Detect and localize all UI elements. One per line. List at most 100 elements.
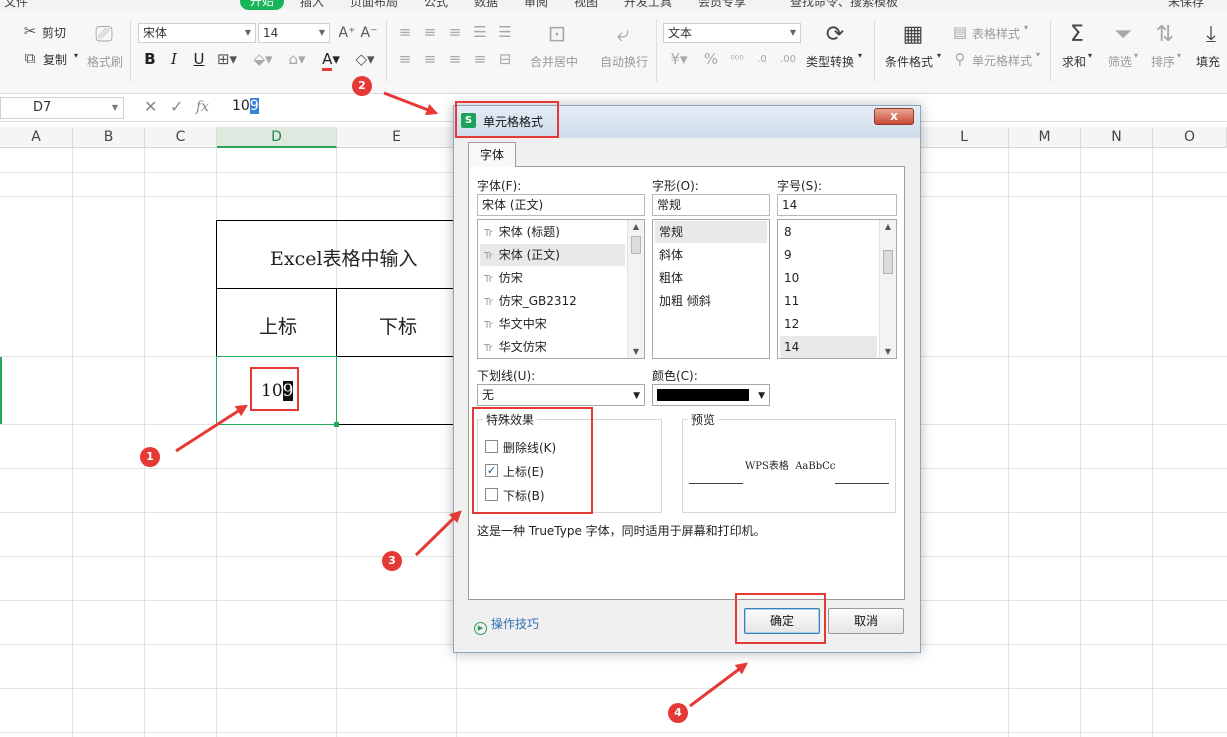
filter-button[interactable]: 筛选 (1108, 53, 1132, 70)
menu-insert[interactable]: 插入 (300, 0, 324, 10)
chevron-down-icon[interactable]: ▾ (1088, 51, 1092, 60)
cell-style-button[interactable]: 单元格样式 (972, 52, 1032, 69)
close-button[interactable]: x (874, 108, 914, 125)
chevron-down-icon[interactable]: ▾ (858, 51, 862, 60)
column-header-o[interactable]: O (1153, 127, 1227, 148)
increase-decimal-icon[interactable]: .0 (752, 51, 772, 69)
distributed-icon[interactable]: ⊟ (496, 50, 514, 68)
scroll-up-icon[interactable]: ▲ (880, 222, 896, 231)
font-name-input[interactable]: 宋体 (正文) (477, 194, 645, 216)
command-search[interactable]: 查找命令、搜索模板 (790, 0, 898, 10)
type-convert-button[interactable]: 类型转换 (806, 53, 854, 70)
font-style-list[interactable]: 常规 斜体 粗体 加粗 倾斜 (652, 219, 770, 359)
format-painter-button[interactable]: 格式刷 (87, 53, 123, 70)
align-top-icon[interactable]: ≡ (396, 23, 414, 41)
size-list-scrollbar[interactable]: ▲ ▼ (879, 220, 896, 358)
scroll-down-icon[interactable]: ▼ (628, 347, 644, 356)
fill-color-icon[interactable]: ⬙▾ (250, 50, 276, 68)
table-style-button[interactable]: 表格样式 (972, 25, 1020, 42)
style-list-item[interactable]: 斜体 (655, 244, 767, 266)
chevron-down-icon[interactable]: ▾ (1024, 23, 1028, 32)
merge-center-icon[interactable]: ⊡ (542, 22, 572, 48)
function-icon[interactable]: fx (196, 99, 209, 115)
size-list-item[interactable]: 8 (780, 221, 877, 243)
menu-page-layout[interactable]: 页面布局 (350, 0, 398, 10)
tips-link[interactable]: ▶ 操作技巧 (474, 615, 539, 635)
header-superscript-cell[interactable]: 上标 (259, 312, 297, 339)
user-status[interactable]: 未保存 (1168, 0, 1204, 10)
decrease-decimal-icon[interactable]: .00 (778, 51, 798, 69)
style-list-item[interactable]: 粗体 (655, 267, 767, 289)
fill-button[interactable]: 填充 (1196, 53, 1220, 70)
column-header-a[interactable]: A (0, 127, 73, 148)
column-header-d[interactable]: D (217, 127, 337, 148)
italic-icon[interactable]: I (166, 50, 182, 68)
align-bottom-icon[interactable]: ≡ (446, 23, 464, 41)
style-list-item[interactable]: 加粗 倾斜 (655, 290, 767, 312)
border-icon[interactable]: ⊞▾ (216, 50, 238, 68)
menu-view[interactable]: 视图 (574, 0, 598, 10)
table-title-cell[interactable]: Excel表格中输入 (270, 244, 418, 271)
font-list-item[interactable]: Tr 华文中宋 (480, 313, 625, 335)
menu-review[interactable]: 审阅 (524, 0, 548, 10)
font-size-input[interactable]: 14 (777, 194, 897, 216)
sort-button[interactable]: 排序 (1151, 53, 1175, 70)
justify-icon[interactable]: ≡ (471, 50, 489, 68)
column-header-m[interactable]: M (1009, 127, 1081, 148)
size-list-item-selected[interactable]: 14 (780, 336, 877, 358)
cancel-button[interactable]: 取消 (828, 608, 904, 634)
scroll-down-icon[interactable]: ▼ (880, 347, 896, 356)
cancel-entry-icon[interactable]: ✕ (144, 97, 157, 116)
sum-icon[interactable]: Σ (1062, 22, 1092, 48)
cell-style-icon[interactable]: ⚲ (951, 50, 969, 68)
scroll-thumb[interactable] (883, 250, 893, 274)
column-header-c[interactable]: C (145, 127, 217, 148)
font-name-select[interactable]: 宋体 ▼ (138, 23, 256, 43)
fill-down-icon[interactable]: ⤓ (1196, 22, 1226, 48)
percent-icon[interactable]: % (702, 50, 720, 68)
font-list-item[interactable]: Tr 仿宋_GB2312 (480, 290, 625, 312)
size-list-item[interactable]: 9 (780, 244, 877, 266)
font-name-list[interactable]: Tr 宋体 (标题) Tr 宋体 (正文) Tr 仿宋 Tr 仿宋_GB2312 Tr 华… (477, 219, 645, 359)
font-shrink-icon[interactable]: A⁻ (360, 24, 378, 42)
outdent-icon[interactable]: ☰ (496, 23, 514, 41)
conditional-format-button[interactable]: 条件格式 (885, 53, 933, 70)
font-size-list[interactable]: 8 9 10 11 12 14 ▲ ▼ (777, 219, 897, 359)
bold-icon[interactable]: B (142, 50, 158, 68)
indent-icon[interactable]: ☰ (471, 23, 489, 41)
sum-button[interactable]: 求和 (1062, 53, 1086, 70)
tab-font[interactable]: 字体 (468, 142, 516, 167)
name-box[interactable]: D7 ▼ (0, 97, 124, 119)
copy-dropdown-icon[interactable]: ▾ (74, 51, 78, 60)
merge-center-button[interactable]: 合并居中 (530, 53, 578, 70)
format-painter-icon[interactable]: ⎚ (89, 22, 119, 48)
color-select[interactable]: ▼ (652, 384, 770, 406)
copy-button[interactable]: 复制 (43, 51, 67, 68)
fill-handle[interactable] (334, 422, 339, 427)
font-list-item[interactable]: Tr 仿宋 (480, 267, 625, 289)
underline-select[interactable]: 无 ▼ (477, 384, 645, 406)
scissors-icon[interactable]: ✂ (22, 22, 38, 40)
align-left-icon[interactable]: ≡ (396, 50, 414, 68)
font-color-icon[interactable]: A▾ (320, 50, 342, 71)
size-list-item[interactable]: 11 (780, 290, 877, 312)
header-subscript-cell[interactable]: 下标 (379, 312, 417, 339)
font-list-scrollbar[interactable]: ▲ ▼ (627, 220, 644, 358)
confirm-entry-icon[interactable]: ✓ (170, 97, 183, 116)
menu-data[interactable]: 数据 (474, 0, 498, 10)
font-list-item-selected[interactable]: Tr 宋体 (正文) (480, 244, 625, 266)
size-list-item[interactable]: 10 (780, 267, 877, 289)
align-right-icon[interactable]: ≡ (446, 50, 464, 68)
font-grow-icon[interactable]: A⁺ (338, 24, 356, 42)
font-list-item[interactable]: Tr 宋体 (标题) (480, 221, 625, 243)
style-list-item-selected[interactable]: 常规 (655, 221, 767, 243)
font-list-item[interactable]: Tr 华文仿宋 (480, 336, 625, 358)
cut-button[interactable]: 剪切 (42, 24, 66, 41)
formula-input[interactable]: 109 (232, 98, 259, 114)
underline-icon[interactable]: U (191, 50, 207, 68)
chevron-down-icon[interactable]: ▾ (1177, 51, 1181, 60)
column-header-l[interactable]: L (919, 127, 1009, 148)
type-convert-icon[interactable]: ⟳ (820, 22, 850, 48)
table-style-icon[interactable]: ▤ (951, 23, 969, 41)
chevron-down-icon[interactable]: ▾ (937, 51, 941, 60)
